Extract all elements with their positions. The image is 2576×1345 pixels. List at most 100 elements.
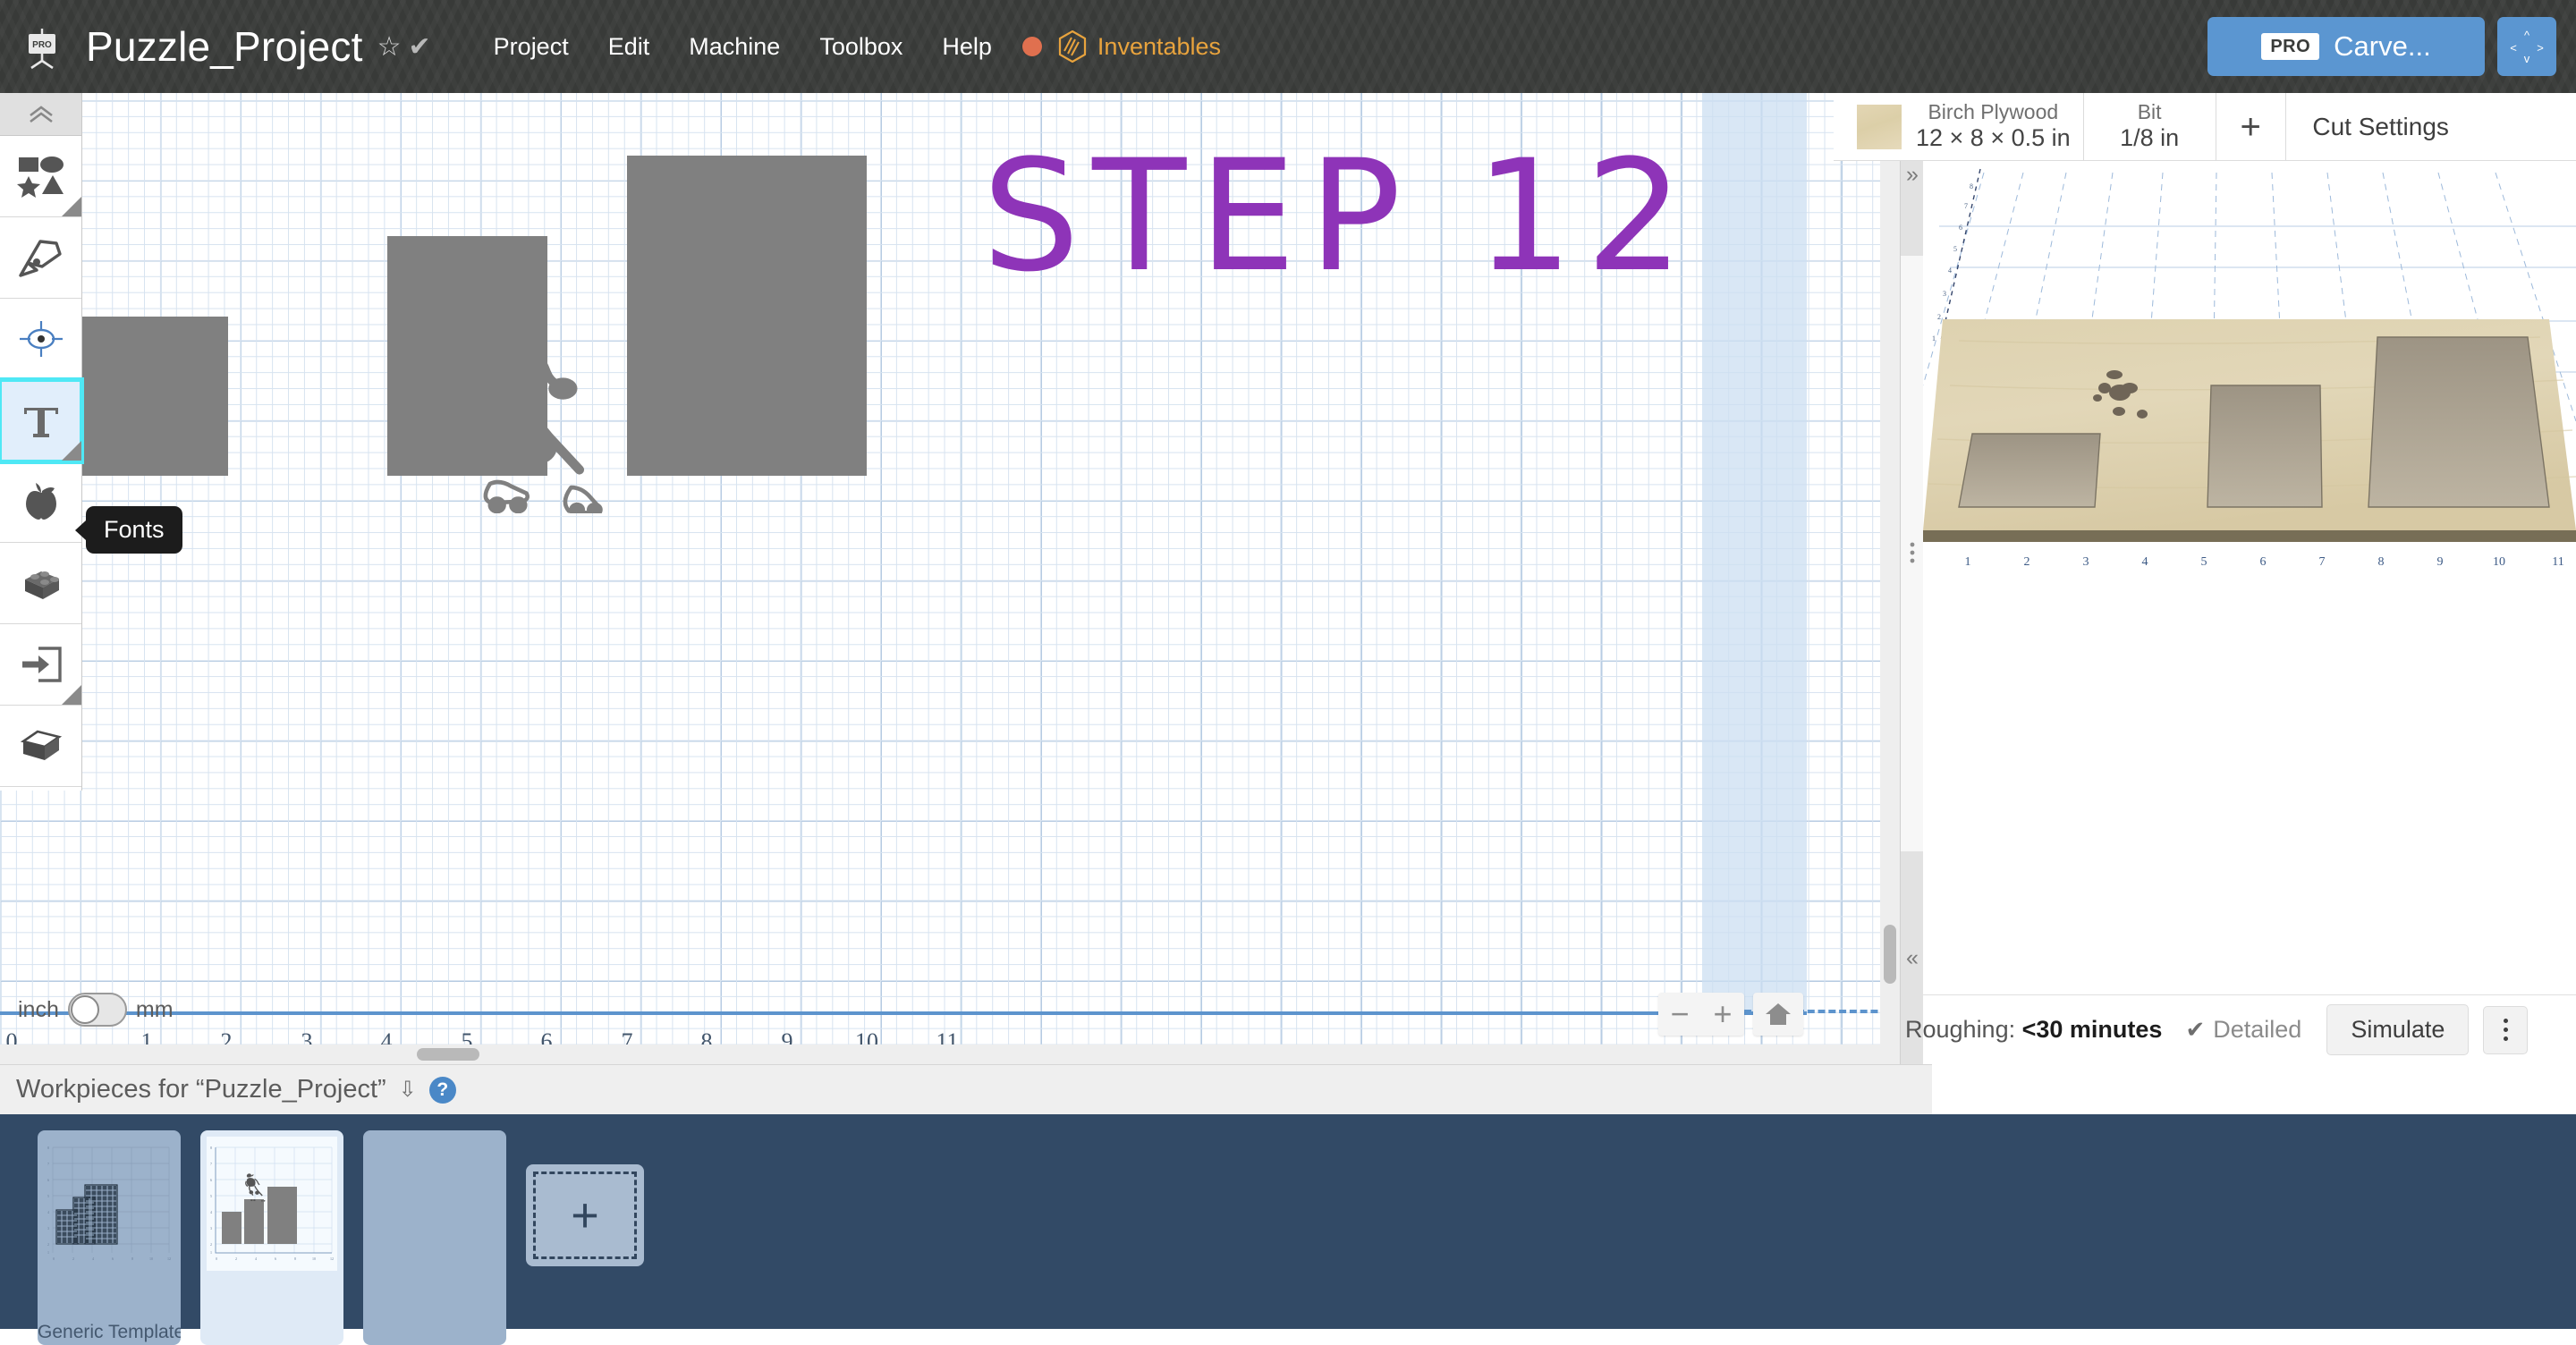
svg-text:12: 12 — [167, 1256, 171, 1261]
detailed-toggle[interactable]: ✔ Detailed — [2185, 1016, 2301, 1044]
tool-flyout-indicator[interactable] — [62, 197, 81, 216]
menu-machine[interactable]: Machine — [669, 26, 800, 68]
splitter-drag-handle[interactable] — [1901, 256, 1924, 851]
3d-preview-viewport[interactable]: 87 65 43 21 — [1923, 162, 2576, 629]
menu-help[interactable]: Help — [922, 26, 1012, 68]
tooltip-fonts: Fonts — [86, 506, 182, 554]
rect-large[interactable] — [627, 156, 867, 476]
tool-palette — [0, 93, 82, 791]
sidebar-item-fonts[interactable] — [0, 380, 81, 461]
zoom-out-button[interactable]: − — [1658, 993, 1701, 1036]
jog-pad-icon: ^ v < > — [2508, 28, 2546, 65]
material-name: Birch Plywood — [1928, 100, 2058, 124]
panel-splitter: » « — [1900, 93, 1923, 1064]
cut-settings-label: Cut Settings — [2312, 113, 2449, 141]
add-workpiece-button[interactable]: + — [526, 1164, 644, 1266]
machine-status-dot[interactable] — [1022, 37, 1042, 56]
preview-panel: Birch Plywood 12 × 8 × 0.5 in Bit 1/8 in… — [1923, 93, 2576, 1064]
sidebar-item-box[interactable] — [0, 706, 81, 787]
jog-control-button[interactable]: ^ v < > — [2497, 17, 2556, 76]
svg-text:6: 6 — [1959, 224, 1962, 232]
unit-toggle[interactable]: inch mm — [18, 993, 174, 1027]
cut-settings-button[interactable]: Cut Settings — [2286, 93, 2476, 160]
text-object-step-12[interactable]: STEP 12 — [982, 140, 1696, 293]
kebab-dot — [2504, 1036, 2508, 1041]
rect-small[interactable] — [70, 317, 228, 476]
kebab-dot — [2504, 1028, 2508, 1032]
svg-text:10: 10 — [312, 1256, 316, 1261]
add-bit-button[interactable]: + — [2216, 93, 2286, 160]
apple-icon — [20, 480, 63, 523]
sidebar-item-import[interactable] — [0, 624, 81, 706]
bit-value: 1/8 in — [2120, 124, 2179, 153]
bit-selector[interactable]: Bit 1/8 in — [2084, 93, 2216, 160]
pen-nib-icon — [17, 238, 65, 277]
import-arrow-icon — [19, 646, 64, 683]
header-actions: PRO Carve... ^ v < > — [2207, 17, 2556, 76]
tool-flyout-indicator[interactable] — [62, 441, 81, 461]
easel-pro-logo-icon[interactable]: PRO — [14, 19, 70, 74]
chevron-double-up-icon — [26, 105, 56, 124]
menu-toolbox[interactable]: Toolbox — [800, 26, 922, 68]
carve-status-bar: Roughing: <30 minutes ✔ Detailed Simulat… — [1923, 994, 2576, 1064]
design-canvas[interactable]: STEP 12 — [0, 93, 1900, 1064]
simulate-button[interactable]: Simulate — [2326, 1004, 2469, 1055]
unit-label-mm: mm — [136, 997, 174, 1023]
sidebar-item-shapes[interactable] — [0, 136, 81, 217]
unit-switch[interactable] — [68, 993, 127, 1027]
menu-project[interactable]: Project — [474, 26, 589, 68]
carve-button[interactable]: PRO Carve... — [2207, 17, 2485, 76]
sidebar-item-apps[interactable] — [0, 461, 81, 543]
zoom-home-button[interactable] — [1753, 993, 1803, 1036]
scrollbar-thumb[interactable] — [417, 1048, 479, 1061]
birch-plywood-swatch — [1857, 105, 1902, 149]
svg-text:8: 8 — [1970, 182, 1973, 190]
canvas-horizontal-scrollbar[interactable] — [0, 1045, 1900, 1064]
question-mark-icon[interactable]: ? — [429, 1077, 456, 1104]
svg-text:<: < — [2510, 41, 2517, 55]
svg-text:PRO: PRO — [32, 40, 52, 50]
rect-medium[interactable] — [387, 236, 547, 476]
material-selector[interactable]: Birch Plywood 12 × 8 × 0.5 in — [1834, 93, 2084, 160]
plus-icon: + — [2240, 109, 2260, 145]
kebab-menu-icon[interactable] — [2483, 1006, 2528, 1054]
workpiece-generic-template[interactable]: 876 543 21 02 46 810 12 — [38, 1130, 181, 1345]
workpiece-step-12[interactable]: 876 543 21 02 46 810 12 — [200, 1130, 343, 1345]
svg-text:5: 5 — [47, 1194, 49, 1198]
svg-text:3: 3 — [1943, 290, 1946, 298]
sidebar-item-blocks[interactable] — [0, 543, 81, 624]
svg-text:8: 8 — [294, 1256, 296, 1261]
svg-text:12: 12 — [330, 1256, 334, 1261]
carve-label: Carve... — [2334, 30, 2431, 63]
svg-text:3: 3 — [210, 1226, 212, 1231]
roughing-label: Roughing: — [1905, 1016, 2015, 1043]
workarea-overflow-shade — [1702, 93, 1807, 1014]
check-icon: ✔ — [2185, 1016, 2205, 1044]
sidebar-item-center-point[interactable] — [0, 299, 81, 380]
workpiece-thumbnail: 876 543 21 02 46 810 12 — [44, 1137, 174, 1271]
workpiece-blank[interactable] — [363, 1130, 506, 1345]
tool-flyout-indicator[interactable] — [62, 685, 81, 705]
toolbar-collapse-button[interactable] — [0, 93, 81, 136]
zoom-in-button[interactable]: + — [1701, 993, 1744, 1036]
chevron-double-down-icon[interactable]: ⇩ — [399, 1077, 417, 1103]
detailed-label: Detailed — [2213, 1016, 2301, 1044]
svg-text:3: 3 — [47, 1226, 49, 1231]
sidebar-item-pen[interactable] — [0, 217, 81, 299]
favorite-star-icon[interactable]: ☆ — [377, 31, 402, 63]
workpieces-title: Workpieces for “Puzzle_Project” — [16, 1075, 386, 1104]
app-header: PRO Puzzle_Project ☆ ✔ Project Edit Mach… — [0, 0, 2576, 93]
unit-switch-knob — [71, 995, 99, 1024]
drag-dots-icon — [1909, 542, 1916, 565]
menu-edit[interactable]: Edit — [589, 26, 670, 68]
scrollbar-thumb[interactable] — [1884, 925, 1896, 984]
inventables-brand-link[interactable]: Inventables — [1058, 30, 1221, 63]
workpieces-header: Workpieces for “Puzzle_Project” ⇩ ? — [0, 1064, 1932, 1114]
svg-text:8: 8 — [131, 1256, 133, 1261]
svg-text:2: 2 — [235, 1256, 237, 1261]
canvas-vertical-scrollbar[interactable] — [1880, 93, 1900, 1064]
saved-check-icon: ✔ — [409, 31, 431, 63]
svg-text:6: 6 — [47, 1178, 49, 1182]
svg-text:1: 1 — [47, 1250, 49, 1255]
svg-text:1: 1 — [1932, 334, 1936, 343]
